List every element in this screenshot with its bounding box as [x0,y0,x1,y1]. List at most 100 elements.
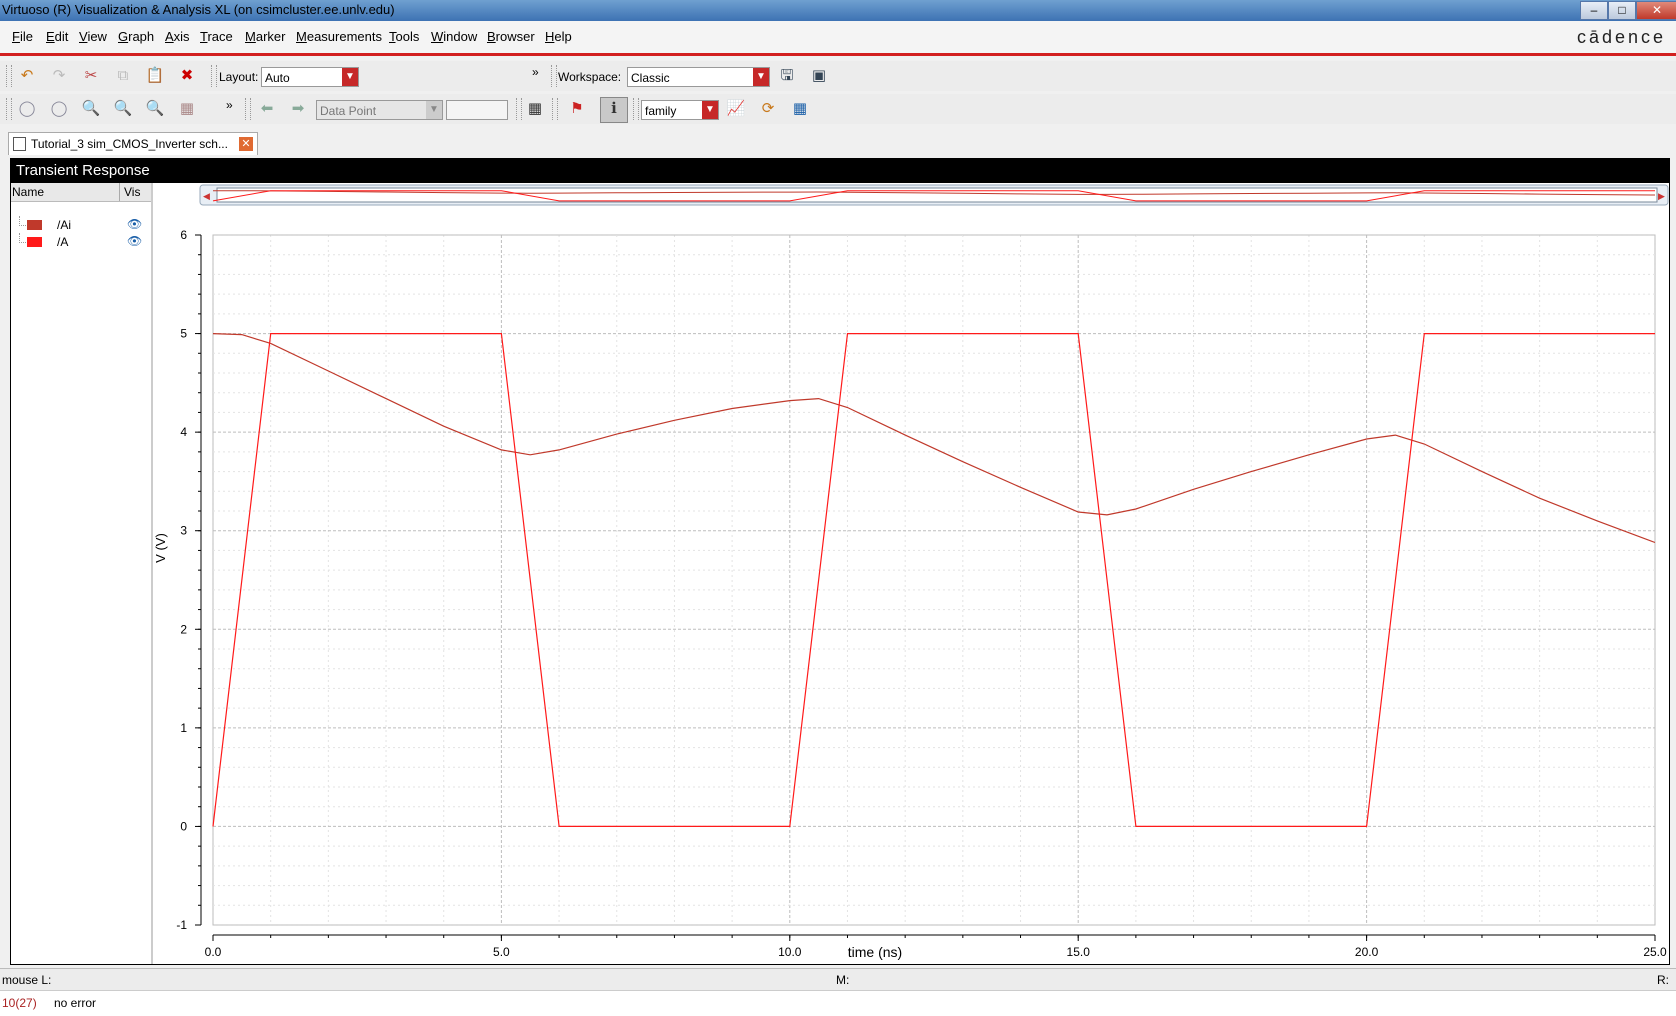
calculator-icon[interactable]: ▦ [524,98,546,120]
plot-family-icon[interactable]: 📈 [725,98,747,120]
workspace-save-icon[interactable]: 🖫 [776,65,798,87]
menu-tools[interactable]: Tools [389,29,419,44]
chevron-down-icon[interactable]: ▼ [426,101,442,119]
data-point-select[interactable]: Data Point ▼ [316,100,443,120]
zoom-in-icon[interactable]: 🔍 [112,98,134,120]
toolbar-grip[interactable] [551,65,557,87]
layout-value: Auto [265,71,290,85]
toolbar-grip[interactable] [6,98,12,120]
eye-icon[interactable]: 👁 [127,234,142,248]
tab-tutorial-3[interactable]: Tutorial_3 sim_CMOS_Inverter sch... ✕ [8,132,258,155]
zoom-icon[interactable]: 🔍 [80,98,102,120]
y-tick-label: 0 [180,819,187,833]
plot-area [212,234,1656,926]
zoom-box-icon[interactable]: ▦ [176,98,198,120]
menu-view[interactable]: View [79,29,107,44]
paste-icon[interactable]: 📋 [144,65,166,87]
x-tick-label: 20.0 [1355,945,1379,959]
menu-file[interactable]: File [12,29,33,44]
x-tick-label: 0.0 [205,945,222,959]
graph-title: Transient Response [16,162,150,179]
menu-axis[interactable]: Axis [165,29,190,44]
x-tick-label: 15.0 [1067,945,1091,959]
menu-marker[interactable]: Marker [245,29,285,44]
menu-edit[interactable]: Edit [46,29,68,44]
x-tick-label: 5.0 [493,945,510,959]
cadence-logo: cādence [1576,27,1666,47]
graph-title-bar: Transient Response [11,159,1669,183]
copy-icon[interactable]: ⧉ [112,65,134,87]
family-select[interactable]: family ▼ [641,100,719,120]
trace-color-swatch [27,237,42,247]
marker-flag-icon[interactable]: ⚑ [566,98,588,120]
toolbar-grip[interactable] [552,98,558,120]
workspace-value: Classic [631,71,670,85]
zoom-reset-icon[interactable]: ◯ [48,98,70,120]
minimize-button[interactable]: – [1580,1,1608,20]
menu-browser[interactable]: Browser [487,29,535,44]
x-axis-label: time (ns) [848,944,902,960]
menu-help[interactable]: Help [545,29,572,44]
refresh-plot-icon[interactable]: ⟳ [757,98,779,120]
toolbar-grip[interactable] [516,98,522,120]
plot-window-icon[interactable]: ▦ [789,98,811,120]
workspace-label: Workspace: [558,70,622,84]
menu-trace[interactable]: Trace [200,29,233,44]
y-axis-label: V (V) [153,533,168,563]
tab-label: Tutorial_3 sim_CMOS_Inverter sch... [31,137,228,151]
redo-icon[interactable]: ↷ [48,65,70,87]
info-balloon-icon[interactable]: ℹ [600,97,628,123]
toolbar-grip[interactable] [6,65,12,87]
y-tick-label: 5 [180,327,187,341]
mouse-middle-status: M: [836,973,850,987]
data-point-input[interactable] [446,100,508,120]
chevron-down-icon[interactable]: ▼ [753,68,769,86]
workspace-delete-icon[interactable]: ▣ [808,65,830,87]
title-bar: Virtuoso (R) Visualization & Analysis XL… [0,0,1676,21]
window-title: Virtuoso (R) Visualization & Analysis XL… [2,2,395,17]
next-icon[interactable]: ➡ [287,98,309,120]
eye-icon[interactable]: 👁 [127,217,142,231]
tab-strip: Tutorial_3 sim_CMOS_Inverter sch... ✕ [0,128,1676,156]
cut-icon[interactable]: ✂ [80,65,102,87]
trace-legend-panel: Name Vis /Ai 👁 /A 👁 [11,183,153,964]
transient-plot[interactable]: ◀ ▶ -101234560.0 5.0 10.0 15.0 20.0 25.0 V (V)… [153,183,1669,963]
y-tick-label: -1 [176,918,187,932]
menu-measurements[interactable]: Measurements [296,29,382,44]
workspace-select[interactable]: Classic ▼ [627,67,770,87]
legend-item-a[interactable]: /A 👁 [19,233,149,251]
delete-icon[interactable]: ✖ [176,65,198,87]
toolbar-grip[interactable] [245,98,251,120]
legend-label: /A [57,235,69,249]
close-icon[interactable]: ✕ [239,137,253,151]
undo-icon[interactable]: ↶ [16,65,38,87]
overview-thumb [216,187,1658,203]
menu-graph[interactable]: Graph [118,29,154,44]
status-bar: mouse L: M: R: [0,968,1676,991]
menu-window[interactable]: Window [431,29,477,44]
chevron-down-icon[interactable]: ▼ [702,101,718,119]
legend-name-header[interactable]: Name [12,185,44,199]
layout-select[interactable]: Auto ▼ [261,67,359,87]
toolbar-overflow-button[interactable]: » [226,98,233,112]
layout-label: Layout: [219,70,259,84]
overview-strip: ◀ ▶ [199,184,1669,206]
previous-icon[interactable]: ⬅ [256,98,278,120]
y-tick-label: 2 [180,622,187,636]
chevron-down-icon[interactable]: ▼ [342,68,358,86]
zoom-out-icon[interactable]: 🔍 [144,98,166,120]
toolbar-overflow-button[interactable]: » [532,65,539,79]
document-icon [13,137,26,151]
tree-connector [19,216,26,226]
toolbar-grip[interactable] [633,98,639,120]
toolbar-grip[interactable] [211,65,217,87]
close-window-button[interactable]: ✕ [1636,1,1676,20]
mouse-left-status: mouse L: [2,973,52,987]
zoom-fit-icon[interactable]: ◯ [16,98,38,120]
y-tick-label: 3 [180,524,187,538]
x-tick-label: 25.0 [1643,945,1667,959]
legend-item-ai[interactable]: /Ai 👁 [19,216,149,234]
legend-vis-header[interactable]: Vis [119,183,140,201]
tree-connector [19,233,26,243]
maximize-button[interactable]: □ [1608,1,1636,20]
